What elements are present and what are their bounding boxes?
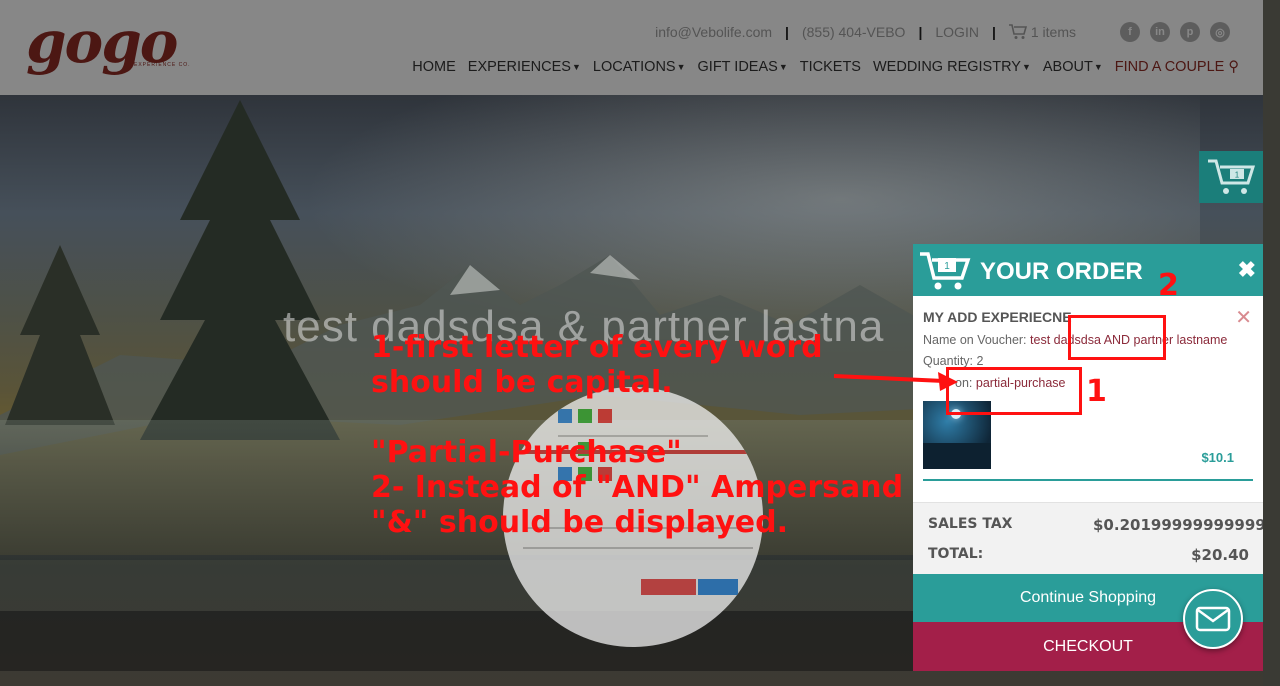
annotation-box-option [946,367,1082,415]
annotation-box-voucher [1068,315,1166,360]
total-value: $20.40 [1191,546,1249,564]
annotation-marker-1: 1 [1086,374,1107,409]
modal-overlay [0,0,1263,95]
total-label: TOTAL: [928,546,984,562]
zoom-button [698,579,738,595]
zoom-button [641,579,696,595]
annotation-arrow [833,372,958,391]
item-price: $10.1 [1201,450,1234,465]
order-panel-header: 1 YOUR ORDER ✖ [913,244,1263,296]
voucher-label: Name on Voucher: [923,333,1027,347]
annotation-note: 1-first letter of every word should be c… [371,330,904,540]
floating-cart-button[interactable]: 1 [1199,151,1263,203]
sales-tax-label: SALES TAX [928,516,1013,532]
order-item-name: MY ADD EXPERIECNE [923,309,1072,325]
envelope-icon [1195,606,1231,632]
cart-icon: 1 [920,252,971,290]
cart-tab-count: 1 [1235,171,1240,180]
close-icon[interactable]: ✖ [1238,257,1256,283]
sales-tax-value: $0.201999999999999999 [1093,516,1263,534]
chat-button[interactable] [1183,589,1243,649]
site-header: gogo EXPERIENCE CO. info@Vebolife.com | … [0,0,1263,95]
order-summary: SALES TAX $0.201999999999999999 TOTAL: $… [913,502,1263,574]
quantity-value: 2 [976,354,984,368]
cart-icon: 1 [1208,159,1256,194]
sea [923,443,991,469]
remove-item-icon[interactable]: ✕ [1235,305,1252,330]
order-panel-title: YOUR ORDER [980,258,1143,285]
annotation-marker-2: 2 [1158,268,1179,303]
divider [923,479,1253,481]
order-badge: 1 [944,261,950,272]
zoom-line [523,547,753,549]
